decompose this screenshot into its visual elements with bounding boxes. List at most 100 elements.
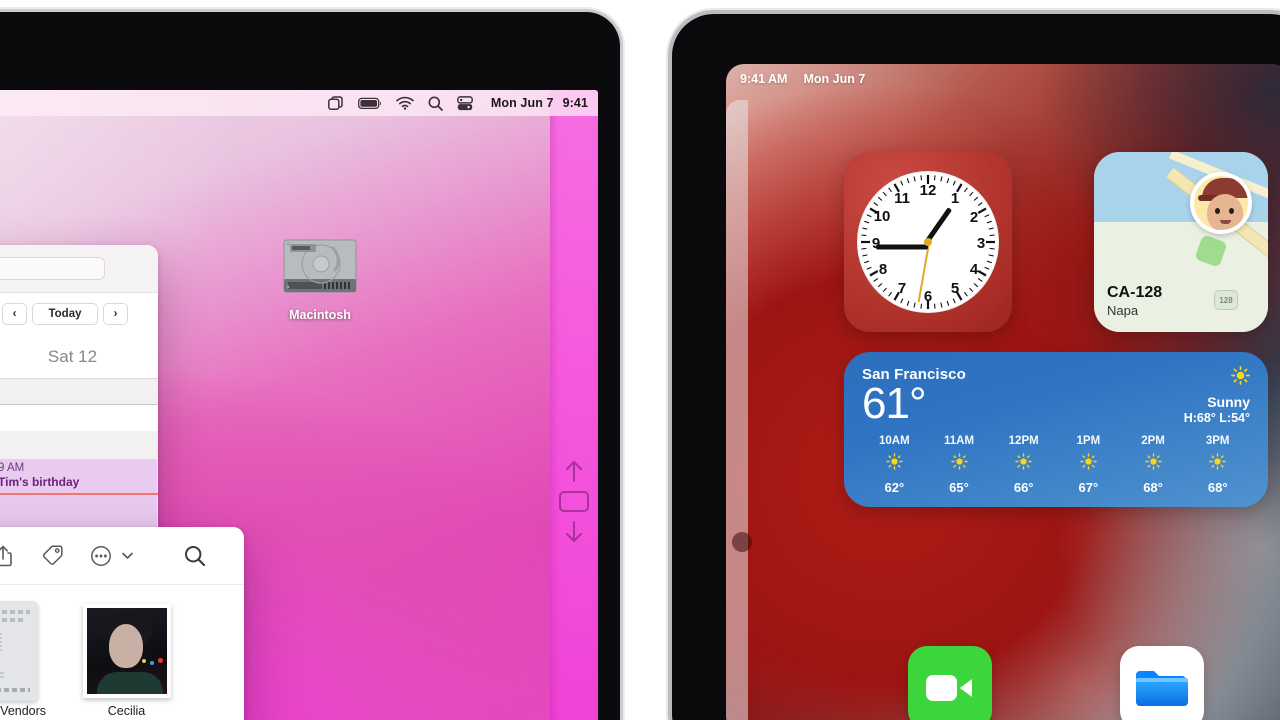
spotlight-search-icon[interactable] bbox=[428, 96, 443, 111]
weather-hour-cell: 1PM 67° bbox=[1056, 435, 1121, 495]
arrow-down-icon bbox=[566, 521, 582, 542]
weather-hour-cell: 2PM 68° bbox=[1121, 435, 1186, 495]
weather-hour-label: 3PM bbox=[1205, 435, 1230, 447]
clock-numeral: 4 bbox=[969, 261, 979, 278]
weather-hour-temp: 65° bbox=[949, 480, 969, 495]
finder-file-grid[interactable]: Proposal Fall Winter.key Lighting Vendor… bbox=[0, 585, 244, 720]
weather-condition-block: Sunny H:68° L:54° bbox=[1184, 366, 1250, 425]
sun-icon bbox=[927, 453, 992, 475]
ipad-status-date: Mon Jun 7 bbox=[803, 72, 866, 86]
arrow-up-icon bbox=[566, 461, 582, 482]
ipad-device: 9:41 AM Mon Jun 7 12 1 2 3 4 5 6 7 8 9 1… bbox=[672, 14, 1280, 720]
clock-numeral: 8 bbox=[878, 261, 888, 278]
desktop-icon-macintosh-hd[interactable]: Macintosh bbox=[274, 238, 366, 322]
weather-hourly-forecast: 10AM 62° 11AM 65° 12PM 66° 1PM 67° 2PM 6… bbox=[862, 435, 1250, 495]
calendar-allday-cell[interactable] bbox=[0, 379, 158, 404]
clock-numeral: 6 bbox=[923, 288, 933, 305]
weather-hour-cell: 10AM 62° bbox=[862, 435, 927, 495]
weather-hour-label: 2PM bbox=[1141, 435, 1165, 447]
ipad-status-time: 9:41 AM bbox=[740, 72, 788, 86]
calendar-titlebar: Search bbox=[0, 245, 158, 293]
macbook-device: Mon Jun 7 9:41 Macintosh ‹ Today › Sat 1… bbox=[0, 12, 620, 720]
clock-numeral: 5 bbox=[950, 280, 960, 297]
weather-hour-temp: 67° bbox=[1078, 480, 1099, 495]
hard-drive-icon bbox=[283, 239, 357, 293]
screenshot-root: Mon Jun 7 9:41 Macintosh ‹ Today › Sat 1… bbox=[0, 0, 1280, 720]
weather-condition: Sunny bbox=[1207, 394, 1250, 410]
calendar-event-time: 9 AM bbox=[0, 462, 25, 474]
finder-file-label: Cecilia Dantas.png bbox=[107, 704, 146, 718]
finder-file-item[interactable]: Cecilia Dantas.png bbox=[70, 599, 183, 720]
finder-tag-button[interactable] bbox=[41, 544, 64, 567]
calendar-next-button[interactable]: › bbox=[103, 303, 128, 325]
sun-icon bbox=[1121, 453, 1186, 475]
tag-icon bbox=[42, 545, 63, 565]
finder-toolbar[interactable] bbox=[0, 527, 244, 585]
desktop-icon-label: Macintosh bbox=[289, 308, 351, 322]
siri-icon[interactable] bbox=[456, 95, 473, 111]
sun-icon bbox=[1185, 453, 1250, 475]
clock-numeral: 12 bbox=[919, 182, 937, 199]
calendar-current-time-line bbox=[0, 493, 158, 495]
finder-window[interactable]: Proposal Fall Winter.key Lighting Vendor… bbox=[0, 527, 244, 720]
calendar-today-button[interactable]: Today bbox=[32, 303, 98, 325]
sun-icon bbox=[862, 453, 927, 475]
weather-hour-cell: 12PM 66° bbox=[991, 435, 1056, 495]
menu-bar-clock[interactable]: Mon Jun 7 9:41 bbox=[487, 96, 588, 110]
calendar-day-header[interactable]: Sat 12 bbox=[0, 347, 158, 367]
facetime-app-icon[interactable] bbox=[908, 646, 992, 720]
clock-widget[interactable]: 12 1 2 3 4 5 6 7 8 9 10 11 bbox=[844, 152, 1012, 332]
weather-hour-temp: 68° bbox=[1207, 480, 1228, 495]
more-chevron-icon bbox=[122, 552, 133, 559]
finder-file-item[interactable]: Lighting Vendors Proposal.pages bbox=[0, 599, 56, 720]
weather-hour-label: 12PM bbox=[1008, 435, 1039, 447]
sun-icon bbox=[1231, 366, 1250, 385]
clock-numeral: 7 bbox=[897, 280, 907, 297]
calendar-search-field[interactable]: Search bbox=[0, 257, 105, 280]
find-my-city: Napa bbox=[1107, 303, 1139, 318]
macos-menu-bar[interactable]: Mon Jun 7 9:41 bbox=[0, 90, 598, 116]
weather-widget[interactable]: San Francisco 61° Sunny H:68° L:54° 10AM bbox=[844, 352, 1268, 507]
finder-more-actions-button[interactable] bbox=[90, 545, 134, 567]
ipad-screen: 9:41 AM Mon Jun 7 12 1 2 3 4 5 6 7 8 9 1… bbox=[726, 64, 1280, 720]
universal-control-edge[interactable] bbox=[550, 90, 598, 720]
calendar-prev-button[interactable]: ‹ bbox=[2, 303, 27, 325]
ipad-cursor-dot bbox=[732, 532, 752, 552]
finder-share-button[interactable] bbox=[0, 545, 13, 567]
laptop-icon bbox=[559, 491, 589, 512]
clock-numeral: 3 bbox=[976, 235, 986, 252]
files-app-icon[interactable] bbox=[1120, 646, 1204, 720]
finder-search-button[interactable] bbox=[184, 545, 206, 567]
menu-bar-date: Mon Jun 7 bbox=[490, 96, 554, 110]
finder-file-label: Lighting Vendors Proposal.pages bbox=[0, 704, 47, 718]
ipad-status-bar: 9:41 AM Mon Jun 7 bbox=[726, 64, 1280, 94]
universal-control-indicator bbox=[556, 460, 592, 543]
weather-hour-temp: 62° bbox=[884, 480, 905, 495]
weather-hour-label: 11AM bbox=[943, 435, 975, 447]
macbook-screen: Mon Jun 7 9:41 Macintosh ‹ Today › Sat 1… bbox=[0, 90, 598, 720]
wifi-icon[interactable] bbox=[396, 96, 414, 110]
calendar-day-headers: Fri 11 Sat 12 bbox=[0, 335, 158, 379]
folder-icon bbox=[1136, 671, 1188, 706]
clock-numeral: 2 bbox=[969, 209, 979, 226]
calendar-navigation[interactable]: ‹ Today › bbox=[0, 293, 158, 335]
calendar-window[interactable]: Search ‹ Today › Fri 11 Sat 12 bbox=[0, 245, 158, 545]
weather-hour-temp: 68° bbox=[1143, 480, 1163, 495]
sun-icon bbox=[991, 453, 1056, 475]
weather-hour-temp: 66° bbox=[1013, 480, 1034, 495]
find-my-widget[interactable]: 128 CA-128 Napa bbox=[1094, 152, 1268, 332]
calendar-date-nav[interactable]: ‹ Today › bbox=[2, 303, 128, 325]
weather-high-low: H:68° L:54° bbox=[1183, 411, 1250, 425]
clock-numeral: 10 bbox=[873, 208, 891, 225]
video-camera-icon bbox=[926, 675, 972, 701]
ipad-app-row bbox=[844, 646, 1268, 720]
battery-icon[interactable] bbox=[357, 97, 382, 110]
control-center-icon[interactable] bbox=[327, 95, 344, 111]
ipad-side-panel[interactable] bbox=[726, 100, 748, 720]
find-my-location-label: CA-128 Napa bbox=[1107, 284, 1162, 318]
sun-icon bbox=[1056, 453, 1121, 475]
memoji-avatar bbox=[1190, 172, 1252, 234]
find-my-road: CA-128 bbox=[1107, 284, 1163, 301]
clock-numeral: 1 bbox=[950, 190, 960, 207]
weather-hour-cell: 3PM 68° bbox=[1185, 435, 1250, 495]
